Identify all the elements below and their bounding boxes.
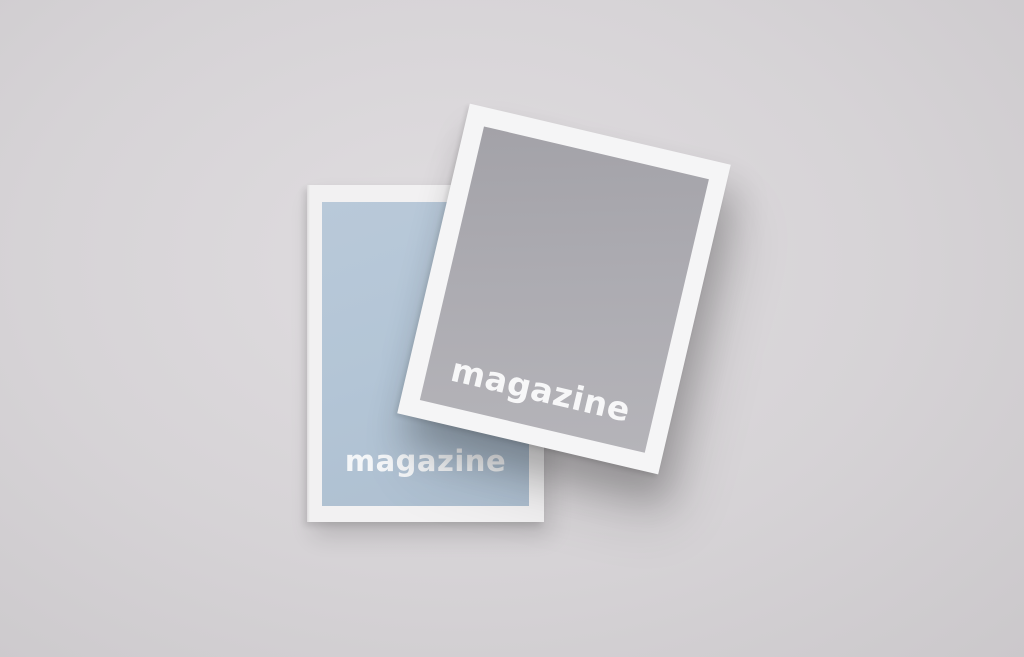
front-magazine-title: magazine	[447, 350, 635, 430]
mockup-scene: magazine magazine	[0, 0, 1024, 657]
front-magazine-cover: magazine	[419, 126, 709, 453]
back-magazine-title: magazine	[344, 444, 507, 478]
front-magazine: magazine	[397, 103, 731, 475]
